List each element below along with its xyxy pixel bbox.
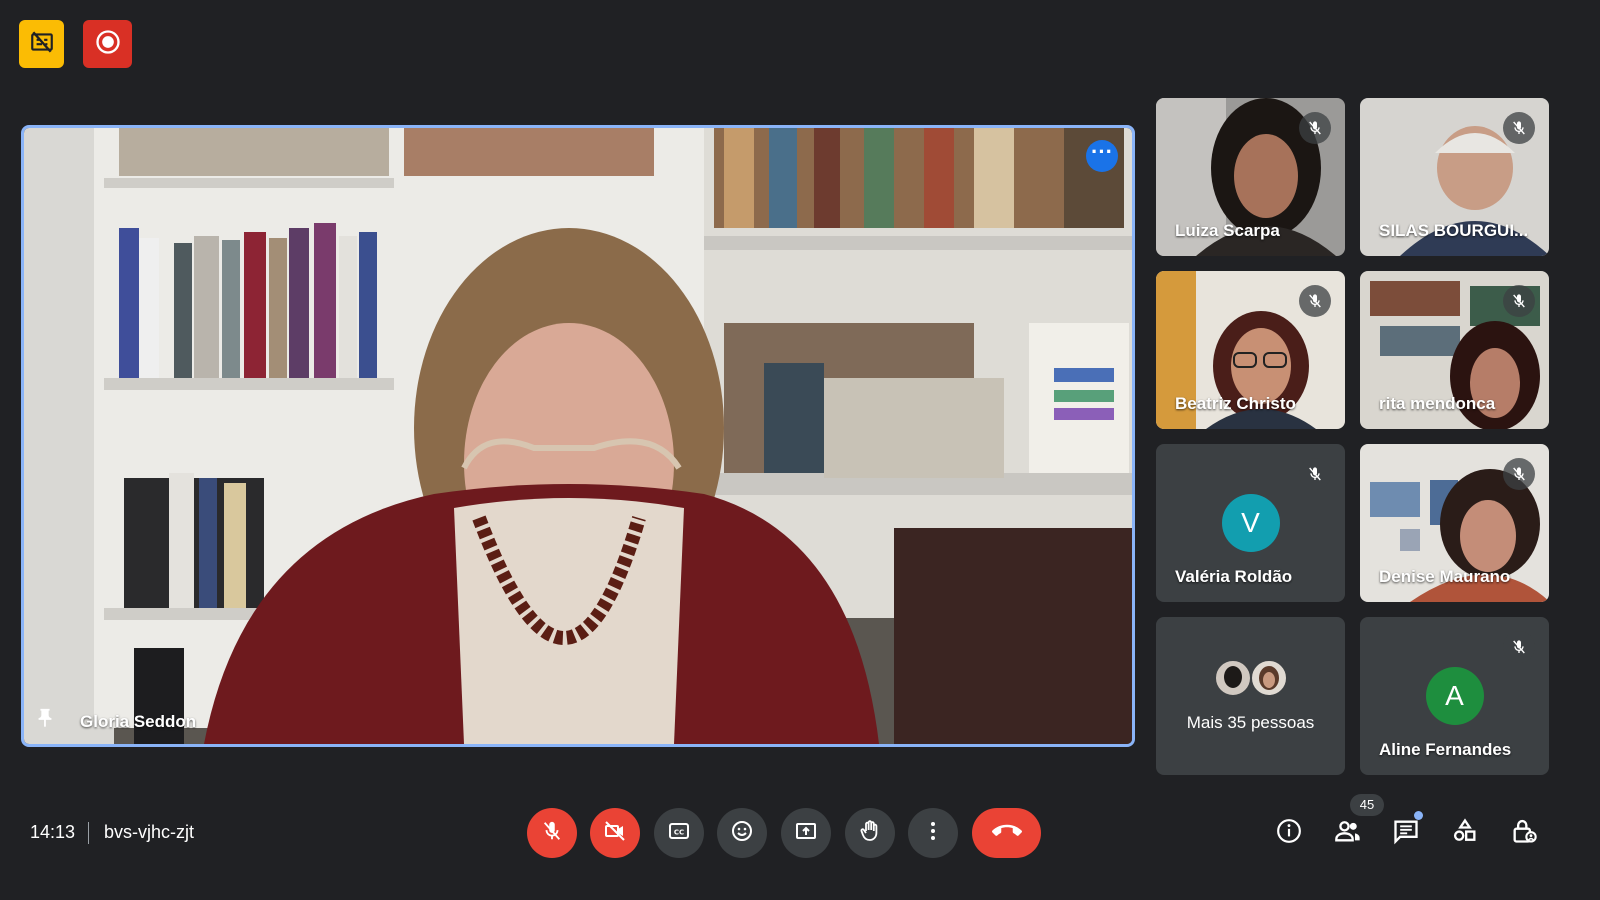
participant-name: rita mendonca [1379, 394, 1496, 413]
mic-off-icon [1503, 458, 1535, 490]
mic-off-icon [541, 820, 563, 847]
more-horiz-icon: ··· [1091, 139, 1113, 164]
participant-tile[interactable]: Luiza Scarpa [1156, 98, 1345, 256]
divider [88, 822, 89, 844]
pin-icon[interactable] [34, 705, 56, 736]
recording-icon [94, 28, 122, 61]
chat-icon [1392, 817, 1420, 850]
svg-text:CC: CC [674, 828, 684, 836]
participant-tile[interactable]: A Aline Fernandes [1360, 617, 1549, 775]
meeting-code[interactable]: bvs-vjhc-zjt [104, 822, 194, 843]
more-people-label: Mais 35 pessoas [1186, 713, 1315, 732]
people-count-badge: 45 [1350, 794, 1384, 816]
present-screen-icon [794, 819, 818, 848]
participant-name: Luiza Scarpa [1175, 221, 1280, 240]
participant-tile[interactable]: Denise Maurano [1360, 444, 1549, 602]
meeting-time: 14:13 [30, 822, 76, 842]
end-call-icon [991, 816, 1022, 851]
meeting-info-button[interactable] [1271, 815, 1307, 851]
mic-off-icon [1503, 631, 1535, 663]
participant-name: Beatriz Christo [1175, 394, 1296, 413]
present-button[interactable] [781, 808, 831, 858]
participant-tile[interactable]: SILAS BOURGUI... [1360, 98, 1549, 256]
host-controls-icon [1510, 817, 1538, 850]
recording-badge[interactable] [83, 20, 132, 68]
emoji-button[interactable] [717, 808, 767, 858]
captions-button[interactable]: CC [654, 808, 704, 858]
raise-hand-button[interactable] [845, 808, 895, 858]
host-controls-button[interactable] [1506, 815, 1542, 851]
avatar: A [1425, 667, 1484, 725]
more-options-icon [921, 819, 945, 848]
emoji-icon [730, 819, 754, 848]
activities-button[interactable] [1447, 815, 1483, 851]
raise-hand-icon [858, 819, 882, 848]
mic-off-icon [1299, 285, 1331, 317]
participant-name: Denise Maurano [1379, 567, 1511, 586]
closed-captions-icon: CC [667, 819, 691, 848]
main-video-frame [24, 128, 1132, 744]
participant-tile[interactable]: Beatriz Christo [1156, 271, 1345, 429]
camera-toggle-button[interactable] [590, 808, 640, 858]
video-off-icon [603, 819, 627, 848]
main-speaker-video[interactable]: ··· Gloria Seddon [21, 125, 1135, 747]
participant-tile[interactable]: V Valéria Roldão [1156, 444, 1345, 602]
info-icon [1276, 818, 1302, 849]
video-more-options-button[interactable]: ··· [1086, 140, 1118, 172]
participant-name: Valéria Roldão [1175, 567, 1293, 586]
chat-notification-dot [1414, 811, 1423, 820]
people-button[interactable] [1330, 815, 1366, 851]
people-icon [1334, 817, 1362, 850]
mic-off-icon [1503, 285, 1535, 317]
more-people-avatars [1214, 659, 1288, 697]
mic-toggle-button[interactable] [527, 808, 577, 858]
participant-name: Aline Fernandes [1379, 740, 1512, 759]
mic-off-icon [1299, 112, 1331, 144]
end-call-button[interactable] [972, 808, 1041, 858]
mic-off-icon [1503, 112, 1535, 144]
no-captions-badge-icon [29, 29, 55, 60]
more-options-button[interactable] [908, 808, 958, 858]
more-people-tile[interactable]: Mais 35 pessoas [1156, 617, 1345, 775]
mic-off-icon [1299, 458, 1331, 490]
participant-name: SILAS BOURGUI... [1379, 221, 1529, 240]
activities-icon [1451, 817, 1479, 850]
no-captions-badge[interactable] [19, 20, 64, 68]
participant-tile[interactable]: rita mendonca [1360, 271, 1549, 429]
avatar: V [1221, 494, 1280, 552]
main-speaker-name: Gloria Seddon [80, 712, 197, 731]
chat-button[interactable] [1388, 815, 1424, 851]
avatar [1214, 659, 1288, 697]
